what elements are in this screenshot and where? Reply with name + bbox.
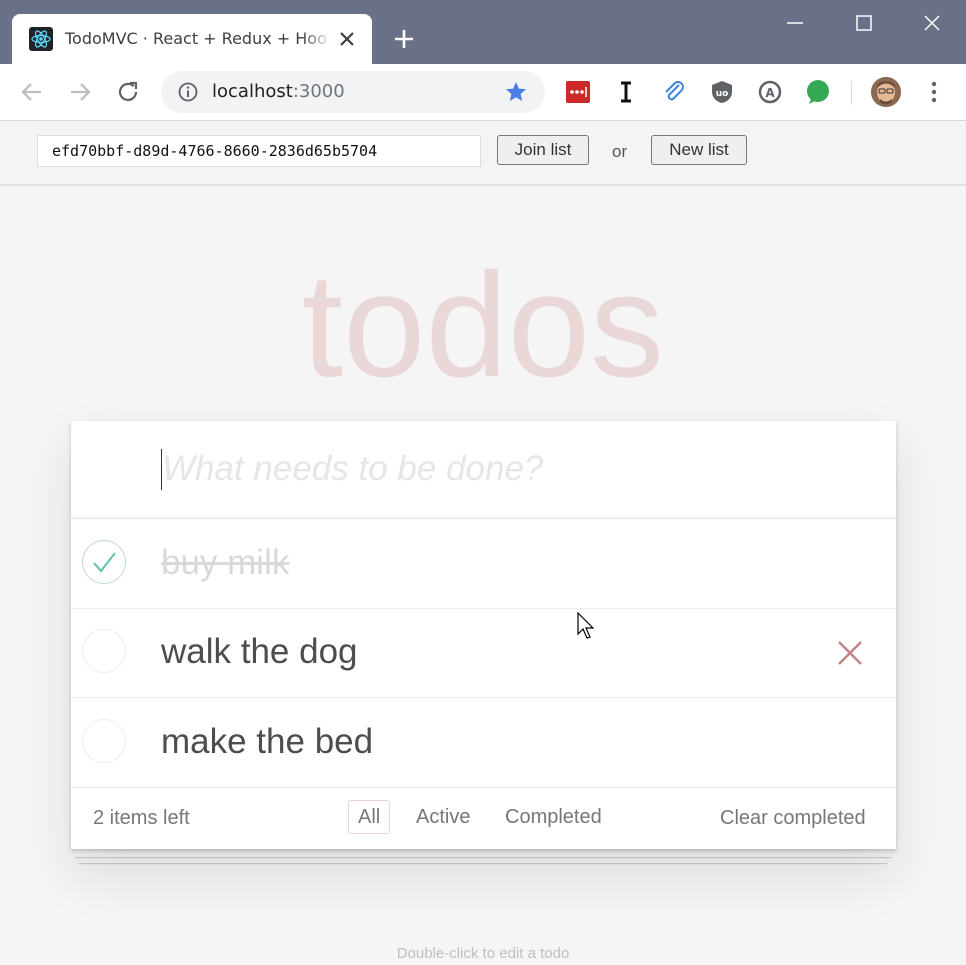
close-icon[interactable] [912, 8, 952, 38]
ublock-icon[interactable]: uo [709, 79, 735, 105]
minimize-icon[interactable] [775, 8, 815, 38]
new-todo-input[interactable] [162, 447, 862, 491]
stack-shadow [75, 849, 891, 857]
reader-icon[interactable]: A [757, 79, 783, 105]
todo-item[interactable]: buy milk [71, 519, 896, 609]
reload-icon[interactable] [114, 78, 142, 106]
new-list-button[interactable]: New list [651, 135, 747, 165]
tab-title-fade [302, 24, 332, 54]
green-dot-icon[interactable] [805, 79, 831, 105]
instapaper-icon[interactable] [613, 79, 639, 105]
svg-text:A: A [765, 86, 775, 100]
forward-icon[interactable] [66, 78, 94, 106]
url-text: localhost:3000 [212, 81, 345, 102]
svg-text:uo: uo [716, 89, 729, 99]
items-left-count: 2 items left [93, 807, 190, 829]
list-bar: efd70bbf-d89d-4766-8660-2836d65b5704 Joi… [0, 121, 966, 186]
todo-panel: buy milk walk the dog make the bed 2 ite… [71, 421, 896, 849]
url-port: :3000 [292, 81, 345, 102]
bookmark-star-icon[interactable] [504, 80, 528, 104]
todo-item[interactable]: make the bed [71, 698, 896, 788]
todo-label: walk the dog [161, 632, 358, 671]
info-icon[interactable] [177, 81, 199, 103]
browser-titlebar: TodoMVC · React + Redux + Hooks [0, 0, 966, 64]
todo-footer: 2 items left All Active Completed Clear … [71, 788, 896, 849]
address-bar[interactable]: localhost:3000 [161, 71, 545, 113]
browser-toolbar: localhost:3000 uo A [0, 64, 966, 121]
filter-all[interactable]: All [348, 800, 391, 834]
todo-toggle-checkbox[interactable] [82, 629, 126, 673]
todo-toggle-checkbox[interactable] [82, 719, 126, 763]
browser-tab[interactable]: TodoMVC · React + Redux + Hooks [12, 14, 372, 64]
todo-toggle-checkbox[interactable] [82, 540, 126, 584]
menu-icon[interactable] [922, 80, 946, 104]
lastpass-icon[interactable] [565, 79, 591, 105]
checkmark-icon [93, 552, 116, 573]
maximize-icon[interactable] [844, 8, 884, 38]
todo-label: make the bed [161, 722, 374, 761]
join-list-button[interactable]: Join list [497, 135, 589, 165]
react-icon [29, 27, 53, 51]
toolbar-separator [851, 81, 852, 105]
list-id-input[interactable]: efd70bbf-d89d-4766-8660-2836d65b5704 [37, 135, 481, 167]
mouse-cursor-icon [577, 611, 597, 640]
back-icon[interactable] [18, 78, 46, 106]
url-host: localhost [212, 81, 293, 102]
clip-icon[interactable] [661, 79, 687, 105]
todo-item[interactable]: walk the dog [71, 608, 896, 698]
avatar[interactable] [871, 77, 901, 107]
new-todo-row [71, 421, 896, 519]
new-tab-icon[interactable] [391, 26, 417, 52]
tab-close-icon[interactable] [337, 29, 357, 49]
clear-completed-button[interactable]: Clear completed [720, 807, 866, 830]
filter-active[interactable]: Active [406, 800, 480, 834]
or-text: or [612, 142, 628, 161]
tab-title: TodoMVC · React + Redux + Hooks [65, 29, 327, 48]
todo-label: buy milk [161, 543, 290, 582]
page-title: todos [301, 243, 665, 408]
info-footer: Double-click to edit a todo [396, 945, 570, 962]
filter-completed[interactable]: Completed [495, 800, 612, 834]
delete-todo-icon[interactable] [835, 638, 865, 668]
